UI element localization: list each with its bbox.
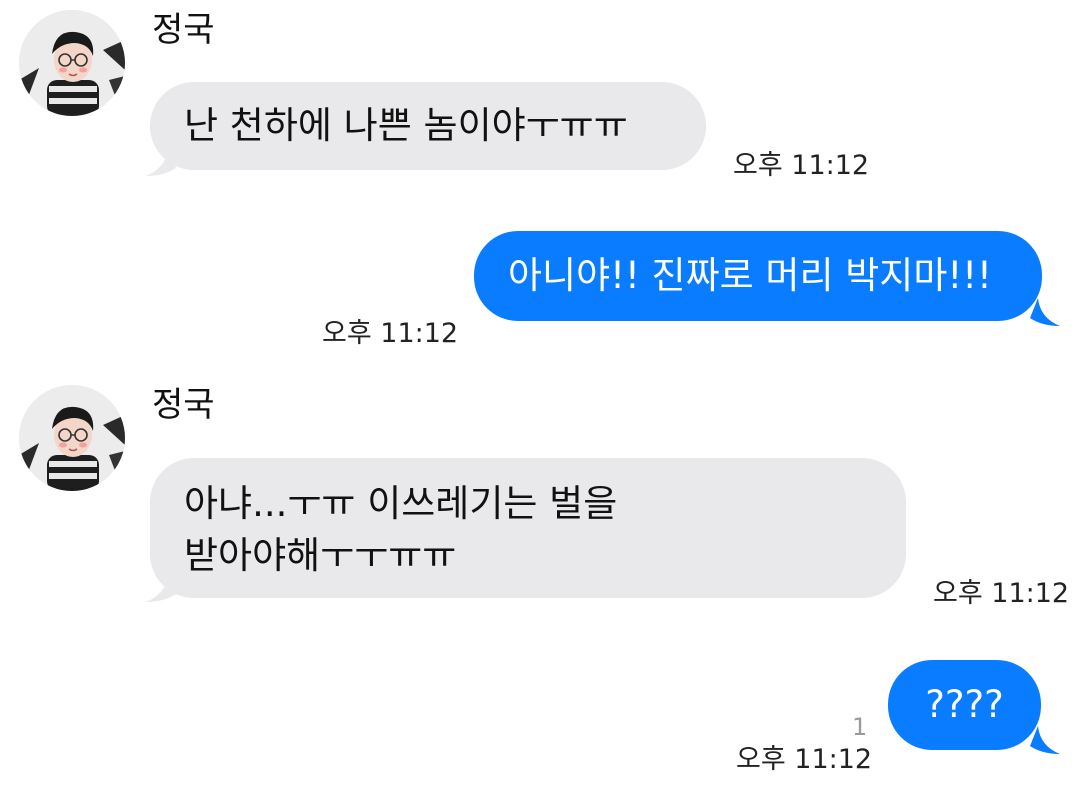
message-timestamp: 오후 11:12 [322, 318, 459, 349]
sender-name: 정국 [152, 385, 215, 425]
profile-photo-icon [19, 10, 125, 116]
message-timestamp: 오후 11:12 [736, 744, 873, 775]
outgoing-message-bubble[interactable]: 아니야!! 진짜로 머리 박지마!!! [474, 231, 1042, 321]
bubble-tail-icon [146, 574, 176, 602]
chat-thread: 정국 난 천하에 나쁜 놈이야ㅜㅠㅠ 오후 11:12 아니야!! 진짜로 머리… [0, 0, 1080, 810]
outgoing-message-bubble[interactable]: ???? [888, 660, 1041, 750]
unread-count: 1 [852, 713, 868, 741]
incoming-message-bubble[interactable]: 아냐...ㅜㅠ 이쓰레기는 벌을 받아야해ㅜㅜㅠㅠ [150, 458, 906, 598]
bubble-tail-icon [1030, 298, 1060, 326]
sender-avatar[interactable] [19, 10, 125, 116]
incoming-message-bubble[interactable]: 난 천하에 나쁜 놈이야ㅜㅠㅠ [150, 82, 706, 170]
bubble-tail-icon [1030, 726, 1060, 754]
message-timestamp: 오후 11:12 [933, 578, 1070, 609]
sender-name: 정국 [152, 10, 215, 50]
profile-photo-icon [19, 385, 125, 491]
sender-avatar[interactable] [19, 385, 125, 491]
message-timestamp: 오후 11:12 [733, 150, 870, 181]
bubble-tail-icon [146, 148, 176, 176]
